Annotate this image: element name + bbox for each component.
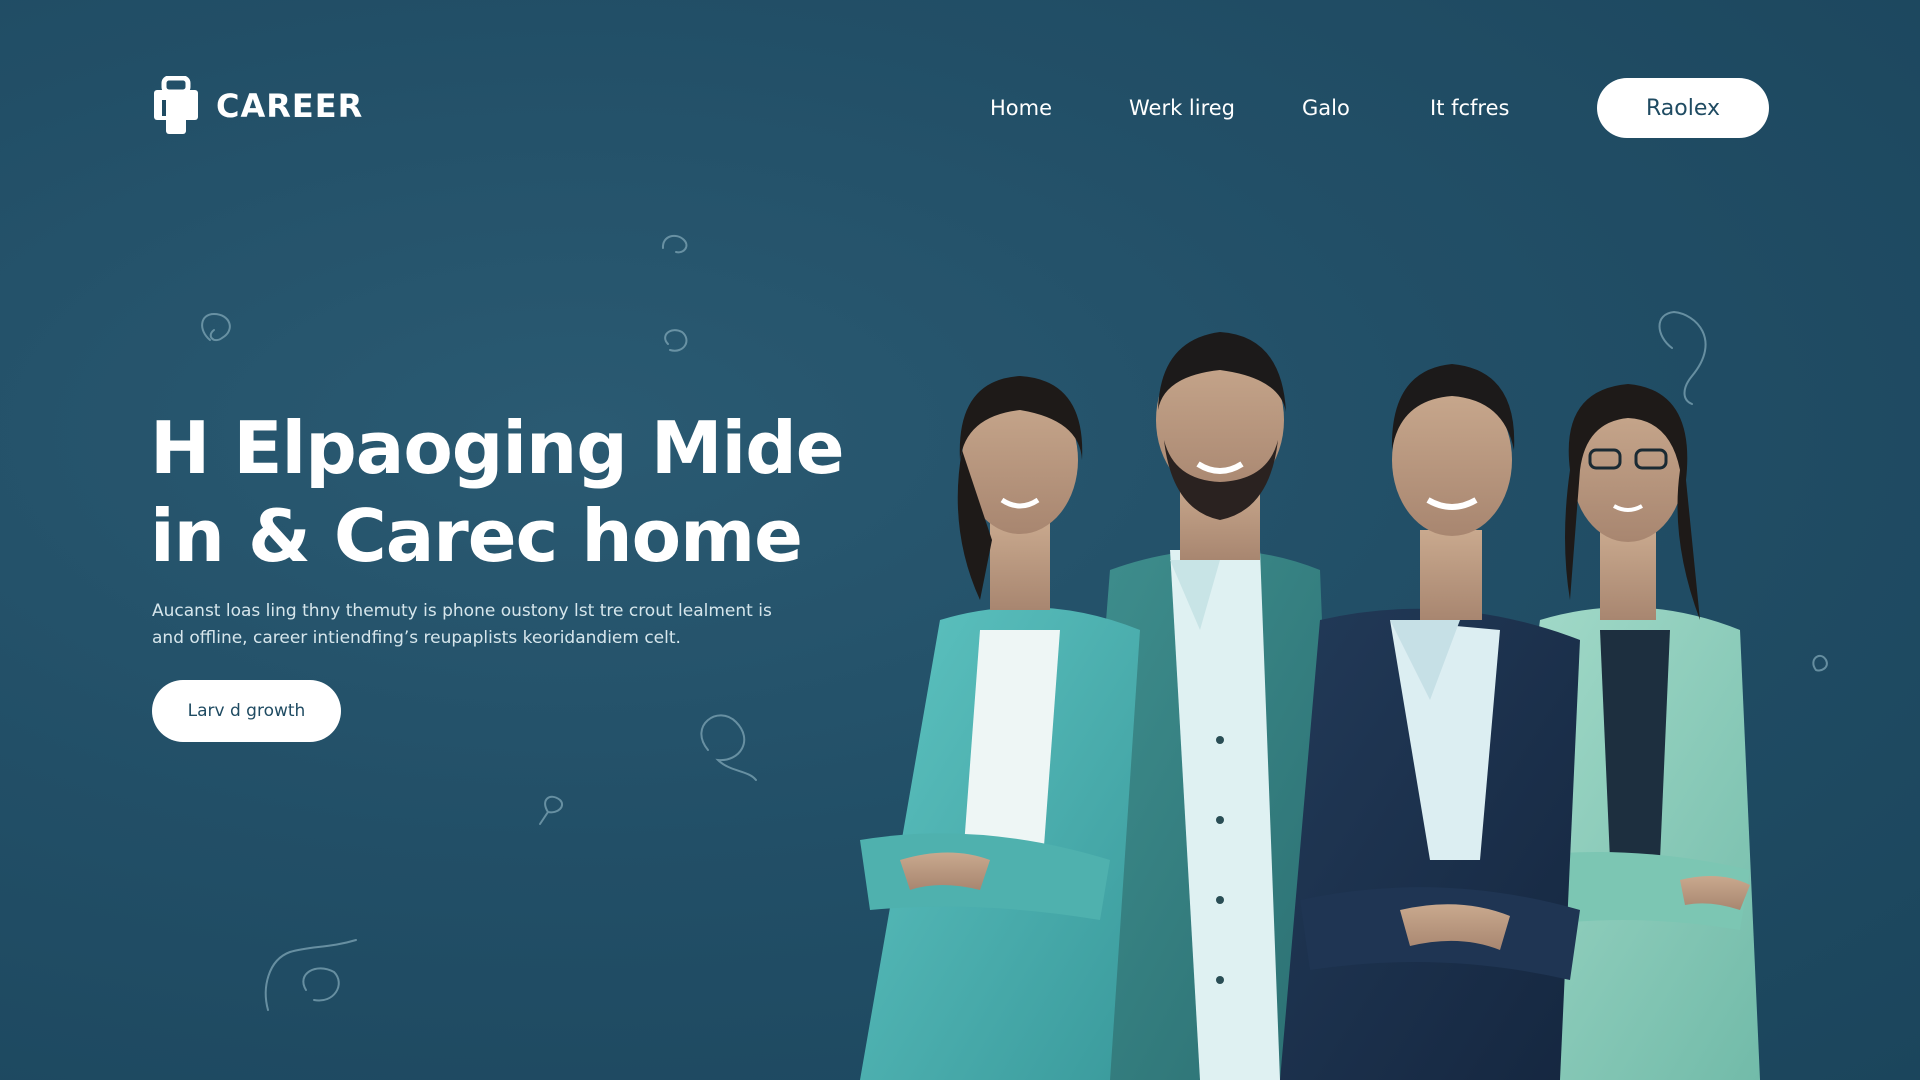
hero-subtitle: Aucanst loas ling thny themuty is phone … (152, 598, 812, 652)
landing-page: CAREER Home Werk lireg Galo It fcfres Ra… (0, 0, 1920, 1080)
nav-item-home[interactable]: Home (990, 96, 1052, 120)
hero-subtitle-line: Aucanst loas ling thny themuty is phone … (152, 601, 772, 621)
logo-text: CAREER (216, 87, 364, 125)
person-3 (1280, 364, 1580, 1080)
nav-item-it[interactable]: It fcfres (1430, 96, 1509, 120)
doodle-loop (302, 967, 340, 1002)
briefcase-icon (154, 76, 198, 134)
doodle-loop (700, 714, 757, 781)
logo[interactable]: CAREER (152, 76, 363, 136)
person-1 (860, 376, 1140, 1080)
doodle-swirl (661, 234, 688, 254)
nav-item-galo[interactable]: Galo (1302, 96, 1350, 120)
doodle-swirl (664, 329, 688, 352)
hero-subtitle-line: and offline, career intiendfing’s reupap… (152, 628, 681, 648)
header-cta-button[interactable]: Raolex (1597, 78, 1769, 138)
doodle-scribble (264, 939, 357, 1011)
hero-title-line: in & Carec home (150, 494, 803, 578)
hero-title-line: H Elpaoging Mide (150, 406, 845, 490)
doodle-swirl (539, 795, 564, 825)
growth-cta-button[interactable]: Larv d growth (152, 680, 341, 742)
hero-title: H Elpaoging Mide in & Carec home (150, 404, 850, 580)
hero-people-image (860, 332, 1760, 1080)
doodle-swirl (201, 312, 231, 342)
nav-item-work[interactable]: Werk lireg (1129, 96, 1235, 120)
